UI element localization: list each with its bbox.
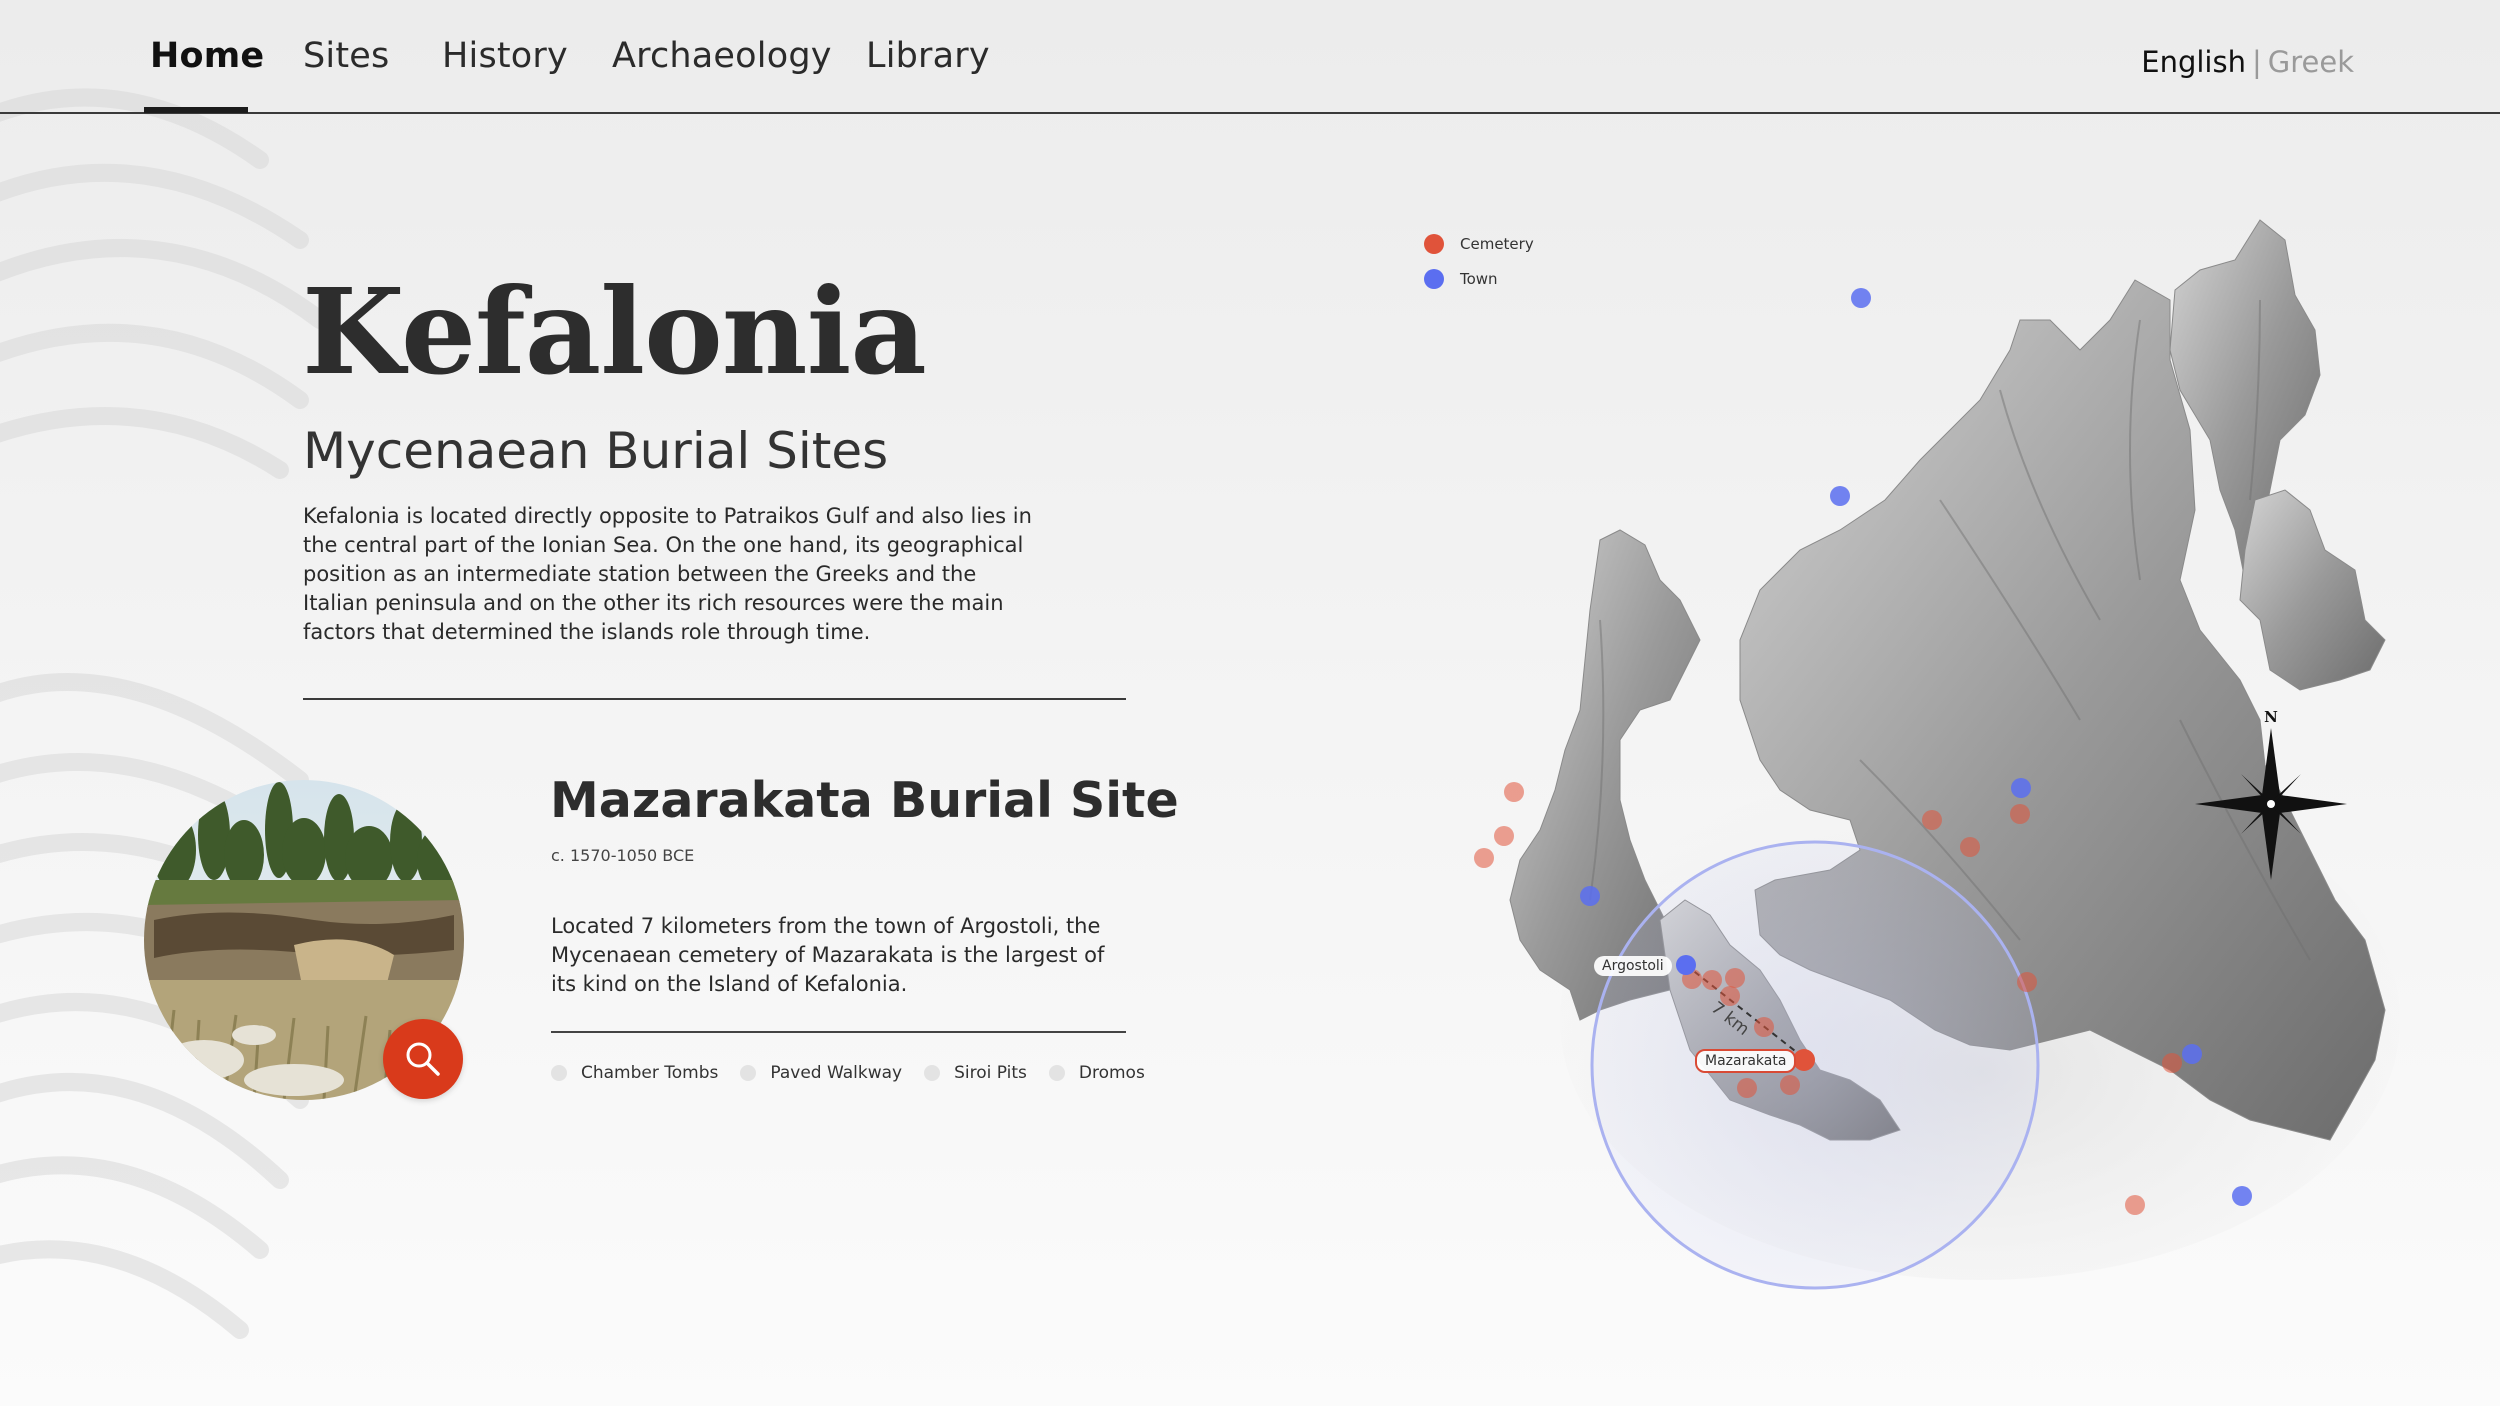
feature-paved-walkway[interactable]: Paved Walkway [740, 1063, 902, 1083]
town-marker[interactable] [1580, 886, 1600, 906]
cemetery-marker[interactable] [1720, 986, 1740, 1006]
feature-label: Dromos [1078, 1063, 1145, 1083]
search-button[interactable] [383, 1019, 463, 1099]
cemetery-marker[interactable] [1504, 782, 1524, 802]
feature-label: Siroi Pits [954, 1063, 1027, 1083]
compass-rose-icon: N [2195, 708, 2347, 880]
active-nav-indicator [144, 107, 248, 113]
language-greek[interactable]: Greek [2268, 45, 2354, 79]
nav-history[interactable]: History [442, 36, 568, 76]
feature-chamber-tombs[interactable]: Chamber Tombs [551, 1063, 718, 1083]
nav-archaeology[interactable]: Archaeology [612, 36, 832, 76]
town-marker[interactable] [1851, 288, 1871, 308]
cemetery-marker[interactable] [2010, 804, 2030, 824]
feature-dot-icon [551, 1065, 567, 1081]
divider [551, 1031, 1126, 1033]
feature-dot-icon [924, 1065, 941, 1081]
nav-sites[interactable]: Sites [303, 36, 389, 76]
background-texture [0, 88, 339, 1339]
feature-list: Chamber Tombs Paved Walkway Siroi Pits D… [551, 1063, 1167, 1083]
feature-label: Chamber Tombs [581, 1063, 719, 1083]
town-marker[interactable] [2232, 1186, 2252, 1206]
top-navigation: Home Sites History Archaeology Library E… [0, 0, 2500, 114]
nav-home[interactable]: Home [150, 36, 264, 76]
cemetery-marker[interactable] [1922, 810, 1942, 830]
town-marker[interactable] [2182, 1044, 2202, 1064]
page-subtitle: Mycenaean Burial Sites [303, 422, 889, 480]
compass-north-label: N [2264, 708, 2278, 726]
cemetery-marker[interactable] [1702, 970, 1722, 990]
cemetery-marker[interactable] [1725, 968, 1745, 988]
feature-dot-icon [740, 1065, 757, 1081]
site-date: c. 1570-1050 BCE [551, 846, 695, 865]
cemetery-marker[interactable] [2162, 1053, 2182, 1073]
search-icon [406, 1042, 440, 1076]
radius-area [1590, 840, 2040, 1290]
cemetery-marker[interactable] [1474, 848, 1494, 868]
town-marker[interactable] [1830, 486, 1850, 506]
intro-paragraph: Kefalonia is located directly opposite t… [303, 504, 1032, 644]
cemetery-marker[interactable] [1960, 837, 1980, 857]
language-switcher: English | Greek [2141, 45, 2354, 79]
nav-library[interactable]: Library [866, 36, 990, 76]
language-separator: | [2251, 45, 2262, 79]
feature-dromos[interactable]: Dromos [1048, 1063, 1145, 1083]
mazarakata-marker[interactable] [1793, 1049, 1815, 1071]
feature-dot-icon [1048, 1065, 1065, 1081]
language-english[interactable]: English [2141, 45, 2246, 79]
mazarakata-label[interactable]: Mazarakata [1695, 1049, 1797, 1073]
feature-siroi-pits[interactable]: Siroi Pits [924, 1063, 1027, 1083]
cemetery-marker[interactable] [1780, 1075, 1800, 1095]
cemetery-marker[interactable] [1494, 826, 1514, 846]
cemetery-marker[interactable] [2125, 1195, 2145, 1215]
site-title: Mazarakata Burial Site [550, 772, 1179, 829]
argostoli-label[interactable]: Argostoli [1594, 956, 1672, 976]
cemetery-marker[interactable] [1754, 1017, 1774, 1037]
ithaca-south [2239, 489, 2386, 691]
cemetery-marker[interactable] [1737, 1078, 1757, 1098]
argostoli-marker[interactable] [1676, 955, 1696, 975]
cemetery-marker[interactable] [2017, 972, 2037, 992]
site-description: Located 7 kilometers from the town of Ar… [551, 914, 1105, 996]
town-marker[interactable] [2011, 778, 2031, 798]
feature-label: Paved Walkway [770, 1063, 903, 1083]
page-title: Kefalonia [302, 262, 927, 401]
divider [303, 698, 1126, 700]
